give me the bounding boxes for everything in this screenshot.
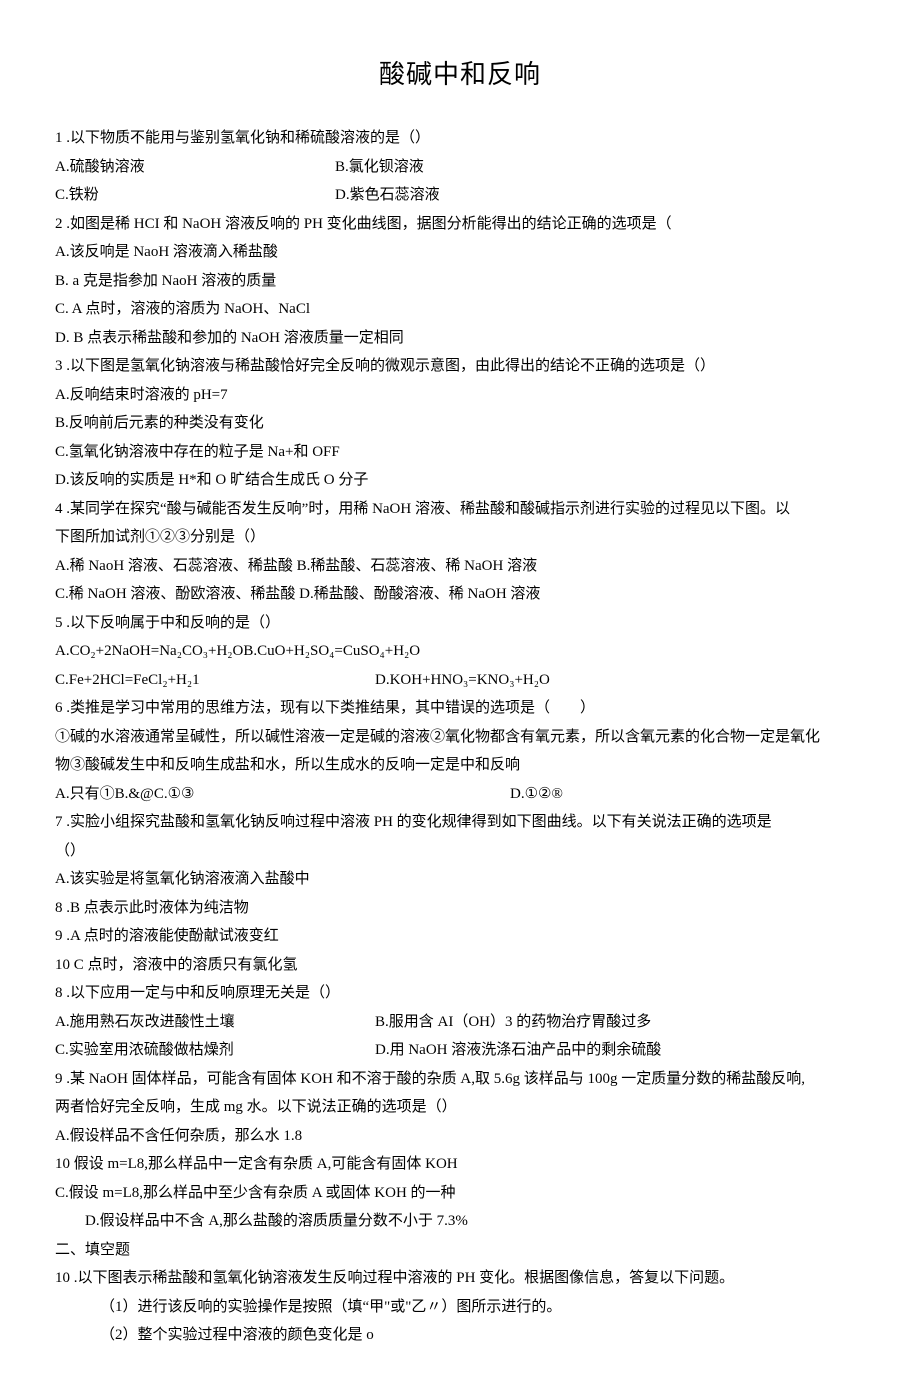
q6-options-row: A.只有①B.&@C.①③ D.①②®: [55, 780, 865, 809]
q6-option-d: D.①②®: [510, 780, 563, 809]
section-2-heading: 二、填空题: [55, 1236, 865, 1265]
q7-option-a: A.该实验是将氢氧化钠溶液滴入盐酸中: [55, 865, 865, 894]
q8-stem: 8 .以下应用一定与中和反响原理无关是（）: [55, 979, 865, 1008]
q1-option-d: D.紫色石蕊溶液: [335, 181, 440, 210]
q5-option-ab: A.CO₂+2NaOH=Na₂CO₃+H₂OB.CuO+H₂SO₄=CuSO₄+…: [55, 637, 865, 666]
q2-stem: 2 .如图是稀 HCI 和 NaOH 溶液反响的 PH 变化曲线图，据图分析能得…: [55, 210, 865, 239]
q4-option-ab: A.稀 NaoH 溶液、石蕊溶液、稀盐酸 B.稀盐酸、石蕊溶液、稀 NaOH 溶…: [55, 552, 865, 581]
q9-option-c: C.假设 m=L8,那么样品中至少含有杂质 A 或固体 KOH 的一种: [55, 1179, 865, 1208]
q3-option-c: C.氢氧化钠溶液中存在的粒子是 Na+和 OFF: [55, 438, 865, 467]
q5-stem: 5 .以下反响属于中和反响的是（）: [55, 609, 865, 638]
q2-option-b: B. a 克是指参加 NaoH 溶液的质量: [55, 267, 865, 296]
q1-options-row2: C.铁粉 D.紫色石蕊溶液: [55, 181, 865, 210]
q7-stem-line1: 7 .实脸小组探究盐酸和氢氧化钠反响过程中溶液 PH 的变化规律得到如下图曲线。…: [55, 808, 865, 837]
q1-options-row1: A.硫酸钠溶液 B.氯化钡溶液: [55, 153, 865, 182]
q4-option-cd: C.稀 NaOH 溶液、酚欧溶液、稀盐酸 D.稀盐酸、酚酸溶液、稀 NaOH 溶…: [55, 580, 865, 609]
q5-option-d: D.KOH+HNO₃=KNO₃+H₂O: [375, 666, 550, 695]
q1-option-b: B.氯化钡溶液: [335, 153, 424, 182]
q7-option-b: 8 .B 点表示此时液体为纯洁物: [55, 894, 865, 923]
q9-option-d: D.假设样品中不含 A,那么盐酸的溶质质量分数不小于 7.3%: [55, 1207, 865, 1236]
q1-option-a: A.硫酸钠溶液: [55, 153, 335, 182]
q6-stem: 6 .类推是学习中常用的思维方法，现有以下类推结果，其中错误的选项是（ ）: [55, 694, 865, 723]
q8-option-a: A.施用熟石灰改进酸性土壤: [55, 1008, 375, 1037]
q1-option-c: C.铁粉: [55, 181, 335, 210]
q4-stem-line2: 下图所加试剂①②③分别是（）: [55, 523, 865, 552]
q3-option-a: A.反响结束时溶液的 pH=7: [55, 381, 865, 410]
q7-option-c: 9 .A 点时的溶液能使酚献试液变红: [55, 922, 865, 951]
q8-option-c: C.实验室用浓硫酸做枯燥剂: [55, 1036, 375, 1065]
q9-stem-line2: 两者恰好完全反响，生成 mg 水。以下说法正确的选项是（）: [55, 1093, 865, 1122]
q10-stem: 10 .以下图表示稀盐酸和氢氧化钠溶液发生反响过程中溶液的 PH 变化。根据图像…: [55, 1264, 865, 1293]
page-title: 酸碱中和反响: [55, 50, 865, 99]
q2-option-c: C. A 点时，溶液的溶质为 NaOH、NaCl: [55, 295, 865, 324]
q5-options-row-cd: C.Fe+2HCl=FeCl₂+H₂1 D.KOH+HNO₃=KNO₃+H₂O: [55, 666, 865, 695]
q3-stem: 3 .以下图是氢氧化钠溶液与稀盐酸恰好完全反响的微观示意图，由此得出的结论不正确…: [55, 352, 865, 381]
q10-part2: （2）整个实验过程中溶液的颜色变化是 o: [55, 1321, 865, 1350]
q7-stem-line2: （）: [55, 837, 865, 866]
q7-option-d: 10 C 点时，溶液中的溶质只有氯化氢: [55, 951, 865, 980]
q4-stem-line1: 4 .某同学在探究“酸与碱能否发生反响”时，用稀 NaOH 溶液、稀盐酸和酸碱指…: [55, 495, 865, 524]
q9-stem-line1: 9 .某 NaOH 固体样品，可能含有固体 KOH 和不溶于酸的杂质 A,取 5…: [55, 1065, 865, 1094]
q9-option-a: A.假设样品不含任何杂质，那么水 1.8: [55, 1122, 865, 1151]
q8-option-b: B.服用含 AI（OH）3 的药物治疗胃酸过多: [375, 1008, 651, 1037]
q6-line2: 物③酸碱发生中和反响生成盐和水，所以生成水的反响一定是中和反响: [55, 751, 865, 780]
q6-option-a: A.只有①B.&@C.①③: [55, 780, 510, 809]
q1-stem: 1 .以下物质不能用与鉴别氢氧化钠和稀硫酸溶液的是（）: [55, 124, 865, 153]
q3-option-d: D.该反响的实质是 H*和 O 旷结合生成氏 O 分子: [55, 466, 865, 495]
q6-line1: ①碱的水溶液通常呈碱性，所以碱性溶液一定是碱的溶液②氧化物都含有氧元素，所以含氧…: [55, 723, 865, 752]
q8-option-d: D.用 NaOH 溶液洗涤石油产品中的剩余硫酸: [375, 1036, 661, 1065]
q8-options-row1: A.施用熟石灰改进酸性土壤 B.服用含 AI（OH）3 的药物治疗胃酸过多: [55, 1008, 865, 1037]
q5-option-c: C.Fe+2HCl=FeCl₂+H₂1: [55, 666, 375, 695]
q9-option-b: 10 假设 m=L8,那么样品中一定含有杂质 A,可能含有固体 KOH: [55, 1150, 865, 1179]
q2-option-d: D. B 点表示稀盐酸和参加的 NaOH 溶液质量一定相同: [55, 324, 865, 353]
q8-options-row2: C.实验室用浓硫酸做枯燥剂 D.用 NaOH 溶液洗涤石油产品中的剩余硫酸: [55, 1036, 865, 1065]
q3-option-b: B.反响前后元素的种类没有变化: [55, 409, 865, 438]
q2-option-a: A.该反响是 NaoH 溶液滴入稀盐酸: [55, 238, 865, 267]
q10-part1: （1）进行该反响的实验操作是按照（填“甲"或"乙〃）图所示进行的。: [55, 1293, 865, 1322]
